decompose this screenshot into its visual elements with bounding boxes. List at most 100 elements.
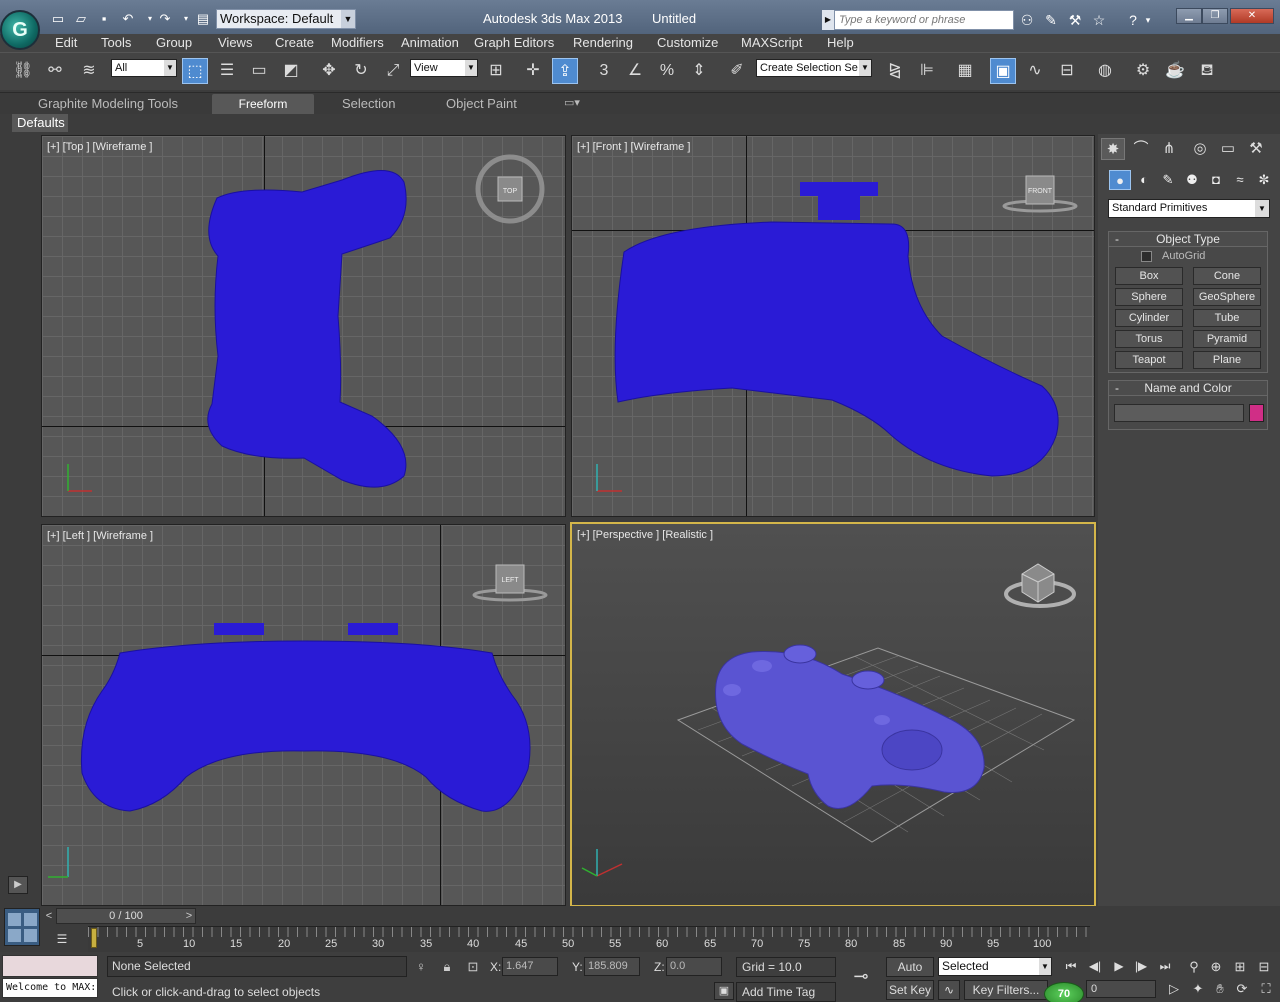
- tab-object-paint[interactable]: Object Paint: [446, 96, 517, 111]
- key-tangent-icon[interactable]: ∿: [938, 980, 960, 1000]
- viewport-left[interactable]: [+] [Left ] [Wireframe ] LEFT: [41, 524, 566, 906]
- selection-filter-dropdown[interactable]: All ▼: [111, 59, 177, 77]
- named-selection-sets-dropdown[interactable]: Create Selection Se ▼: [756, 59, 872, 77]
- select-object-icon[interactable]: ⬚: [182, 58, 208, 84]
- keyboard-shortcut-override-icon[interactable]: ⇪: [552, 58, 578, 84]
- key-mode-dropdown[interactable]: Selected ▼: [938, 957, 1052, 976]
- spinner-snap-icon[interactable]: ⇕: [686, 58, 712, 84]
- maxscript-listener-output[interactable]: [2, 955, 98, 977]
- search-expand-icon[interactable]: ▶: [822, 10, 834, 30]
- rotate-icon[interactable]: ↻: [348, 58, 374, 84]
- play-animation-icon[interactable]: ▶: [1108, 957, 1130, 975]
- mirror-icon[interactable]: ⧎: [882, 58, 908, 84]
- percent-snap-icon[interactable]: %: [654, 58, 680, 84]
- geosphere-button[interactable]: GeoSphere: [1193, 288, 1261, 306]
- create-tab-icon[interactable]: ✸: [1101, 138, 1125, 160]
- new-file-icon[interactable]: ▭: [48, 10, 68, 28]
- ribbon-options-icon[interactable]: ▭▾: [564, 96, 580, 109]
- zoom-icon[interactable]: ⊕: [1206, 958, 1226, 976]
- isolate-selection-icon[interactable]: ♀: [412, 958, 430, 976]
- viewport-perspective[interactable]: [+] [Perspective ] [Realistic ]: [570, 522, 1096, 907]
- select-manipulate-icon[interactable]: ✛: [520, 58, 546, 84]
- autogrid-checkbox[interactable]: [1141, 251, 1152, 262]
- zoom-extents-icon[interactable]: ⊞: [1230, 958, 1250, 976]
- menu-modifiers[interactable]: Modifiers: [331, 35, 384, 50]
- cone-button[interactable]: Cone: [1193, 267, 1261, 285]
- pan-hand-icon[interactable]: ✋︎: [1210, 980, 1230, 998]
- shapes-icon[interactable]: ◐: [1133, 170, 1155, 190]
- snaps-toggle-icon[interactable]: 3: [591, 58, 617, 84]
- save-file-icon[interactable]: ▪: [94, 10, 114, 28]
- torus-button[interactable]: Torus: [1115, 330, 1183, 348]
- display-tab-icon[interactable]: ▭: [1216, 138, 1240, 160]
- subscription-icon[interactable]: ⚒: [1064, 10, 1086, 30]
- communication-center-icon[interactable]: ✎: [1040, 10, 1062, 30]
- menu-customize[interactable]: Customize: [657, 35, 718, 50]
- selection-lock-icon[interactable]: 🔒︎: [438, 958, 456, 976]
- pyramid-button[interactable]: Pyramid: [1193, 330, 1261, 348]
- lights-icon[interactable]: ✎: [1157, 170, 1179, 190]
- menu-maxscript[interactable]: MAXScript: [741, 35, 802, 50]
- go-to-start-icon[interactable]: ⏮: [1060, 957, 1082, 975]
- menu-help[interactable]: Help: [827, 35, 854, 50]
- plane-button[interactable]: Plane: [1193, 351, 1261, 369]
- render-setup-icon[interactable]: ⚙: [1130, 58, 1156, 84]
- window-crossing-icon[interactable]: ◩: [278, 58, 304, 84]
- help-icon[interactable]: ?: [1122, 10, 1144, 30]
- auto-key-button[interactable]: Auto Key: [886, 957, 934, 992]
- current-frame-field[interactable]: 0: [1086, 980, 1156, 998]
- time-tag-icon[interactable]: ▣: [714, 982, 734, 1000]
- undo-icon[interactable]: ↶: [118, 10, 138, 28]
- restore-button[interactable]: ❐: [1202, 8, 1228, 24]
- space-warps-icon[interactable]: ≈: [1229, 170, 1251, 190]
- help-dropdown-icon[interactable]: ▾: [1142, 10, 1154, 30]
- scale-icon[interactable]: ⤢: [380, 58, 406, 84]
- rendered-frame-window-icon[interactable]: ☕: [1162, 58, 1188, 84]
- binoculars-icon[interactable]: ⚇: [1016, 10, 1038, 30]
- search-input[interactable]: Type a keyword or phrase: [834, 10, 1014, 30]
- app-logo-icon[interactable]: G: [0, 10, 40, 50]
- menu-views[interactable]: Views: [218, 35, 252, 50]
- name-color-rollout[interactable]: - Name and Color: [1108, 380, 1268, 396]
- graphite-toggle-icon[interactable]: ▣: [990, 58, 1016, 84]
- menu-group[interactable]: Group: [156, 35, 192, 50]
- curve-editor-icon[interactable]: ∿: [1022, 58, 1048, 84]
- viewport-top[interactable]: [+] [Top ] [Wireframe ] TOP: [41, 135, 566, 517]
- box-button[interactable]: Box: [1115, 267, 1183, 285]
- orbit-icon[interactable]: ⟳: [1232, 980, 1252, 998]
- tab-freeform[interactable]: Freeform: [212, 94, 314, 114]
- reference-coord-dropdown[interactable]: View ▼: [410, 59, 478, 77]
- redo-icon[interactable]: ↷: [155, 10, 175, 28]
- unlink-icon[interactable]: ⚯: [42, 58, 68, 84]
- tab-graphite-modeling-tools[interactable]: Graphite Modeling Tools: [38, 96, 178, 111]
- object-name-field[interactable]: [1114, 404, 1244, 422]
- maxscript-listener-input[interactable]: Welcome to MAX:: [2, 978, 98, 998]
- teapot-button[interactable]: Teapot: [1115, 351, 1183, 369]
- close-button[interactable]: ✕: [1230, 8, 1274, 24]
- schematic-view-icon[interactable]: ⊟: [1054, 58, 1080, 84]
- time-slider[interactable]: 0 / 100: [56, 908, 196, 924]
- go-to-end-icon[interactable]: ⏭: [1154, 957, 1176, 975]
- menu-tools[interactable]: Tools: [101, 35, 131, 50]
- angle-snap-icon[interactable]: ∠: [622, 58, 648, 84]
- time-configuration-icon[interactable]: ⚲: [1184, 958, 1204, 976]
- set-key-button[interactable]: Set Key: [886, 980, 934, 1000]
- workspace-dropdown[interactable]: Workspace: Default ▼: [216, 9, 356, 29]
- motion-tab-icon[interactable]: ◎: [1188, 138, 1212, 160]
- render-production-icon[interactable]: ⛾: [1194, 58, 1220, 84]
- minimize-button[interactable]: ▁: [1176, 8, 1202, 24]
- material-editor-icon[interactable]: ◍: [1092, 58, 1118, 84]
- bind-space-warp-icon[interactable]: ≋: [76, 58, 102, 84]
- add-time-tag-button[interactable]: Add Time Tag: [736, 982, 836, 1002]
- ribbon-panel-defaults[interactable]: Defaults: [12, 114, 68, 132]
- cylinder-button[interactable]: Cylinder: [1115, 309, 1183, 327]
- modify-tab-icon[interactable]: ⌒: [1129, 138, 1153, 160]
- set-keys-icon[interactable]: ⊸: [846, 965, 876, 987]
- layer-manager-icon[interactable]: ▦: [952, 58, 978, 84]
- pan-view-icon[interactable]: ✦: [1188, 980, 1208, 998]
- pivot-center-icon[interactable]: ⊞: [483, 58, 509, 84]
- time-next-icon[interactable]: >: [182, 908, 196, 924]
- maximize-viewport-icon[interactable]: ⛶: [1256, 980, 1276, 998]
- move-icon[interactable]: ✥: [316, 58, 342, 84]
- object-type-rollout[interactable]: - Object Type: [1108, 231, 1268, 247]
